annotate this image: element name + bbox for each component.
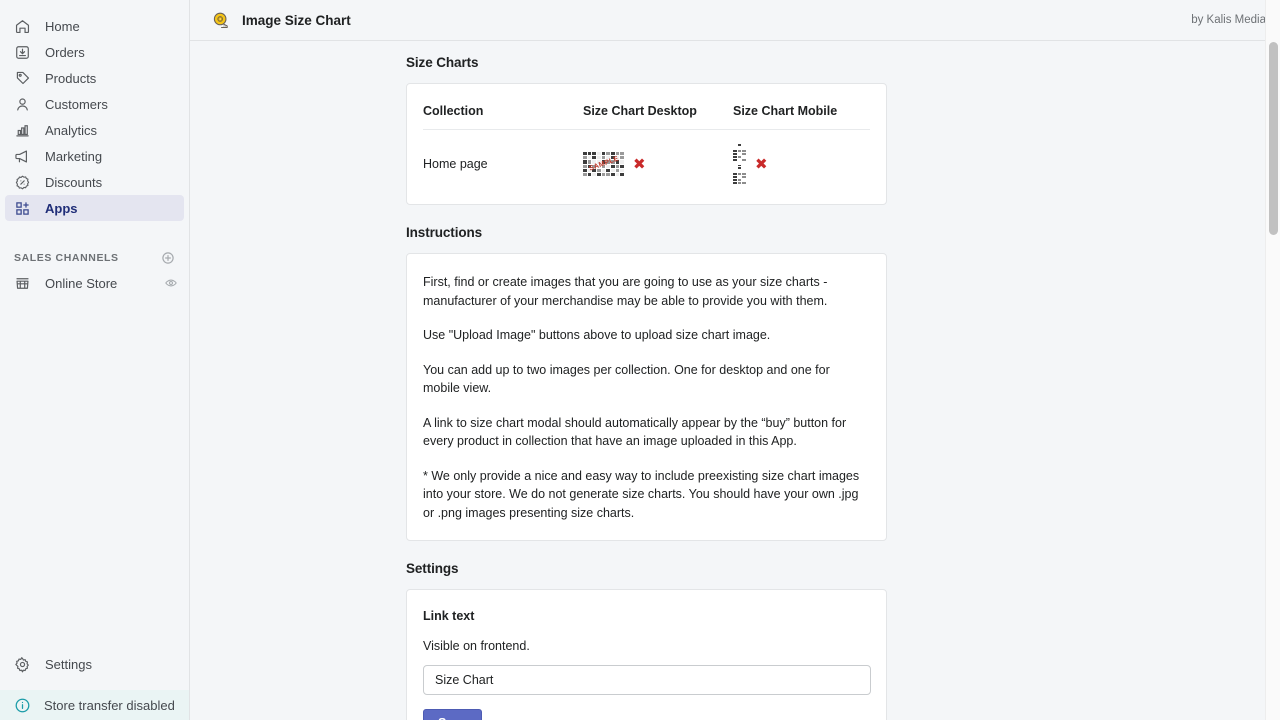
settings-card: Link text Visible on frontend. Save	[406, 589, 887, 720]
column-header-collection: Collection	[423, 84, 583, 130]
sidebar-item-home[interactable]: Home	[5, 13, 184, 39]
mobile-thumb-wrapper: ✖	[733, 144, 870, 184]
sales-channels-heading: SALES CHANNELS	[14, 251, 175, 265]
sidebar-item-label: Marketing	[45, 148, 103, 164]
size-charts-section: Size Charts Collection Size Chart Deskto…	[406, 55, 887, 205]
size-charts-card: Collection Size Chart Desktop Size Chart…	[406, 83, 887, 205]
orders-icon	[14, 44, 31, 61]
instructions-heading: Instructions	[406, 225, 483, 240]
apps-grid-icon	[14, 200, 31, 217]
store-transfer-label: Store transfer disabled	[44, 697, 175, 713]
sidebar-item-label: Orders	[45, 44, 85, 60]
sidebar-flex-spacer	[0, 296, 189, 651]
analytics-bar-icon	[14, 122, 31, 139]
sidebar-item-marketing[interactable]: Marketing	[5, 143, 184, 169]
link-text-help: Visible on frontend.	[423, 639, 530, 653]
products-tag-icon	[14, 70, 31, 87]
marketing-megaphone-icon	[14, 148, 31, 165]
instructions-section: Instructions First, find or create image…	[406, 225, 887, 541]
eye-icon[interactable]	[164, 276, 178, 290]
instruction-paragraph: You can add up to two images per collect…	[423, 362, 830, 396]
sales-channels-label: SALES CHANNELS	[14, 252, 119, 264]
sidebar-primary-nav: Home Orders Products Customers Analytics…	[0, 0, 189, 296]
topbar: Image Size Chart by Kalis Media	[190, 0, 1280, 41]
store-transfer-banner[interactable]: Store transfer disabled	[0, 690, 189, 720]
instruction-paragraph: Use "Upload Image" buttons above to uplo…	[423, 328, 771, 342]
scrollbar-thumb[interactable]	[1269, 42, 1278, 235]
desktop-thumb-wrapper: SAMPLE ✖	[583, 152, 733, 176]
discounts-percent-icon	[14, 174, 31, 191]
plus-circle-icon[interactable]	[161, 251, 175, 265]
size-charts-heading: Size Charts	[406, 55, 479, 70]
customers-person-icon	[14, 96, 31, 113]
sidebar-item-settings[interactable]: Settings	[5, 651, 184, 677]
content-scroll-region: Size Charts Collection Size Chart Deskto…	[190, 41, 1280, 720]
content-column: Size Charts Collection Size Chart Deskto…	[406, 55, 887, 720]
table-body: Home page SAMPLE ✖ ✖	[423, 130, 870, 205]
settings-section: Settings Link text Visible on frontend. …	[406, 561, 887, 720]
table-row: Home page SAMPLE ✖ ✖	[423, 130, 870, 205]
delete-x-icon[interactable]: ✖	[633, 156, 646, 172]
sidebar-item-label: Home	[45, 18, 80, 34]
sidebar-item-analytics[interactable]: Analytics	[5, 117, 184, 143]
sidebar-bottom-nav: Settings Store transfer disabled	[0, 651, 189, 720]
link-text-label: Link text	[423, 609, 475, 623]
info-circle-icon	[14, 697, 31, 714]
main-area: Image Size Chart by Kalis Media Size Cha…	[190, 0, 1280, 720]
storefront-icon	[14, 275, 31, 292]
vertical-scrollbar[interactable]	[1265, 0, 1280, 720]
app-byline: by Kalis Media	[1191, 14, 1266, 26]
sidebar: Home Orders Products Customers Analytics…	[0, 0, 190, 720]
size-chart-mobile-thumbnail[interactable]	[733, 144, 746, 184]
sidebar-item-apps[interactable]: Apps	[5, 195, 184, 221]
column-header-size-chart-desktop: Size Chart Desktop	[583, 84, 733, 130]
delete-x-icon[interactable]: ✖	[755, 156, 768, 172]
sidebar-item-customers[interactable]: Customers	[5, 91, 184, 117]
cell-collection: Home page	[423, 157, 488, 171]
thumbnail-grid	[733, 144, 746, 184]
app-title: Image Size Chart	[212, 11, 351, 30]
sidebar-item-label: Apps	[45, 200, 78, 216]
sidebar-item-label: Online Store	[45, 275, 118, 291]
sidebar-item-online-store[interactable]: Online Store	[5, 270, 184, 296]
app-root: Home Orders Products Customers Analytics…	[0, 0, 1280, 720]
sidebar-item-label: Analytics	[45, 122, 98, 138]
gear-icon	[14, 656, 31, 673]
sidebar-item-label: Settings	[45, 656, 92, 672]
table-header-row: Collection Size Chart Desktop Size Chart…	[423, 84, 870, 130]
save-button[interactable]: Save	[423, 709, 483, 720]
measuring-tape-icon	[212, 11, 231, 30]
sidebar-item-label: Customers	[45, 96, 108, 112]
sidebar-item-label: Products	[45, 70, 97, 86]
sidebar-item-products[interactable]: Products	[5, 65, 184, 91]
link-text-input[interactable]	[423, 665, 871, 695]
instructions-card: First, find or create images that you ar…	[406, 253, 887, 541]
home-icon	[14, 18, 31, 35]
sidebar-item-discounts[interactable]: Discounts	[5, 169, 184, 195]
column-header-size-chart-mobile: Size Chart Mobile	[733, 84, 870, 130]
cell-size-chart-mobile: ✖	[733, 130, 870, 205]
cell-size-chart-desktop: SAMPLE ✖	[583, 130, 733, 205]
instruction-paragraph: * We only provide a nice and easy way to…	[423, 468, 860, 520]
size-chart-desktop-thumbnail[interactable]: SAMPLE	[583, 152, 624, 176]
size-charts-table: Collection Size Chart Desktop Size Chart…	[423, 84, 870, 204]
sidebar-item-orders[interactable]: Orders	[5, 39, 184, 65]
app-title-label: Image Size Chart	[242, 12, 351, 28]
instruction-paragraph: First, find or create images that you ar…	[423, 275, 828, 308]
settings-heading: Settings	[406, 561, 459, 576]
instruction-paragraph: A link to size chart modal should automa…	[423, 415, 847, 449]
table-header: Collection Size Chart Desktop Size Chart…	[423, 84, 870, 130]
sidebar-item-label: Discounts	[45, 174, 103, 190]
